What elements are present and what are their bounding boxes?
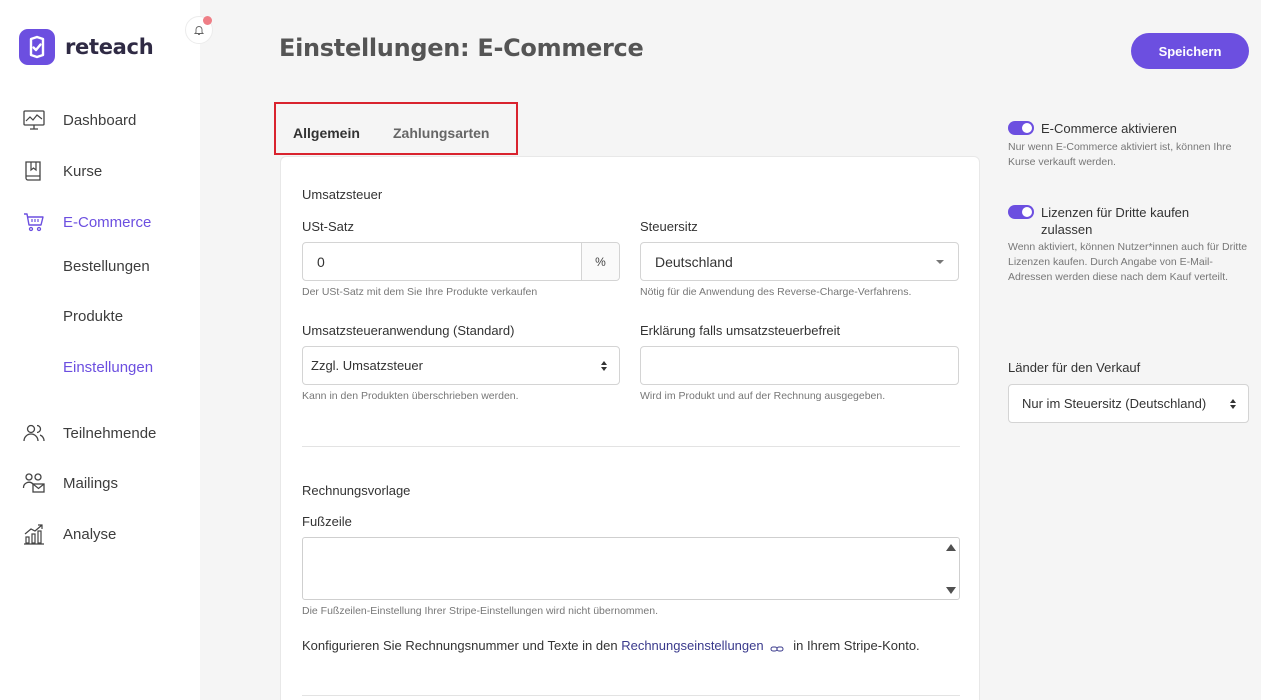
dashboard-monitor-icon bbox=[22, 108, 46, 132]
sidebar: reteach Dashboard Kurse E-Commerce Beste… bbox=[0, 0, 213, 700]
countries-select[interactable]: Nur im Steuersitz (Deutschland) bbox=[1008, 384, 1249, 423]
exempt-statement-help: Wird im Produkt und auf der Rechnung aus… bbox=[640, 390, 886, 402]
tax-seat-value: Deutschland bbox=[655, 253, 733, 270]
sidebar-subitem-bestellungen[interactable]: Bestellungen bbox=[63, 258, 150, 275]
config-text-before: Konfigurieren Sie Rechnungsnummer und Te… bbox=[302, 638, 618, 653]
ecommerce-toggle[interactable] bbox=[1008, 121, 1034, 135]
sidebar-subitem-produkte[interactable]: Produkte bbox=[63, 308, 123, 325]
notification-bell-button[interactable] bbox=[185, 16, 213, 44]
people-mail-icon bbox=[22, 471, 46, 495]
ecommerce-toggle-help: Nur wenn E-Commerce aktiviert ist, könne… bbox=[1008, 141, 1232, 168]
footer-label: Fußzeile bbox=[302, 514, 352, 529]
tab-zahlungsarten[interactable]: Zahlungsarten bbox=[393, 125, 489, 141]
percent-addon: % bbox=[581, 243, 619, 280]
countries-value: Nur im Steuersitz (Deutschland) bbox=[1022, 396, 1207, 411]
sidebar-item-teilnehmende[interactable]: Teilnehmende bbox=[22, 421, 156, 445]
tab-allgemein[interactable]: Allgemein bbox=[293, 125, 360, 141]
ecommerce-toggle-row[interactable]: E-Commerce aktivieren bbox=[1008, 120, 1177, 137]
save-button[interactable]: Speichern bbox=[1131, 33, 1249, 69]
reteach-logo-icon bbox=[19, 29, 55, 65]
licenses-toggle-label: Lizenzen für Dritte kaufen zulassen bbox=[1041, 205, 1190, 237]
invoice-config-text: Konfigurieren Sie Rechnungsnummer und Te… bbox=[302, 638, 920, 657]
sidebar-item-label: Analyse bbox=[63, 525, 117, 543]
section-title-invoice: Rechnungsvorlage bbox=[302, 483, 411, 498]
analytics-chart-icon bbox=[22, 522, 46, 546]
footer-textarea[interactable] bbox=[302, 537, 960, 600]
textarea-scrollbar[interactable] bbox=[944, 539, 958, 598]
section-title-tax: Umsatzsteuer bbox=[302, 187, 383, 202]
scroll-up-icon[interactable] bbox=[946, 544, 956, 551]
book-icon bbox=[22, 159, 46, 183]
vat-rate-label: USt-Satz bbox=[302, 219, 355, 234]
bell-icon bbox=[193, 26, 205, 35]
exempt-statement-label: Erklärung falls umsatzsteuerbefreit bbox=[640, 323, 841, 338]
section-divider bbox=[302, 695, 960, 696]
tax-application-select[interactable]: Zzgl. Umsatzsteuer bbox=[302, 346, 620, 385]
scroll-down-icon[interactable] bbox=[946, 587, 956, 594]
external-link-icon[interactable] bbox=[770, 642, 784, 657]
shopping-cart-icon bbox=[22, 210, 46, 234]
config-text-after: in Ihrem Stripe-Konto. bbox=[793, 638, 920, 653]
vat-rate-input[interactable]: 0 % bbox=[302, 242, 620, 281]
page-title: Einstellungen: E-Commerce bbox=[279, 34, 644, 62]
brand-name: reteach bbox=[65, 35, 154, 59]
sidebar-item-dashboard[interactable]: Dashboard bbox=[22, 108, 136, 132]
countries-label: Länder für den Verkauf bbox=[1008, 360, 1141, 375]
licenses-toggle-help: Wenn aktiviert, können Nutzer*innen auch… bbox=[1008, 241, 1248, 283]
sidebar-item-kurse[interactable]: Kurse bbox=[22, 159, 102, 183]
section-divider bbox=[302, 446, 960, 447]
people-icon bbox=[22, 421, 46, 445]
licenses-toggle-row[interactable]: Lizenzen für Dritte kaufen zulassen bbox=[1008, 204, 1231, 238]
sidebar-item-label: E-Commerce bbox=[63, 213, 152, 231]
sidebar-item-label: Dashboard bbox=[63, 111, 137, 129]
sidebar-item-label: Kurse bbox=[63, 162, 103, 180]
settings-card: Umsatzsteuer USt-Satz 0 % Der USt-Satz m… bbox=[280, 156, 980, 700]
tax-application-help: Kann in den Produkten überschrieben werd… bbox=[302, 390, 519, 402]
notification-dot bbox=[203, 16, 212, 25]
chevron-down-icon bbox=[936, 259, 944, 264]
sidebar-subitem-einstellungen[interactable]: Einstellungen bbox=[63, 359, 153, 376]
invoice-settings-link[interactable]: Rechnungseinstellungen bbox=[621, 638, 763, 653]
licenses-toggle[interactable] bbox=[1008, 205, 1034, 219]
exempt-statement-input[interactable] bbox=[640, 346, 959, 385]
tax-seat-help: Nötig für die Anwendung des Reverse-Char… bbox=[640, 286, 912, 298]
sidebar-item-ecommerce[interactable]: E-Commerce bbox=[22, 210, 151, 234]
ecommerce-toggle-label: E-Commerce aktivieren bbox=[1041, 121, 1177, 136]
tax-application-value: Zzgl. Umsatzsteuer bbox=[311, 358, 423, 373]
sidebar-item-label: Teilnehmende bbox=[63, 424, 157, 442]
tax-application-label: Umsatzsteueranwendung (Standard) bbox=[302, 323, 515, 338]
sidebar-item-mailings[interactable]: Mailings bbox=[22, 471, 118, 495]
sidebar-item-label: Mailings bbox=[63, 474, 119, 492]
footer-help: Die Fußzeilen-Einstellung Ihrer Stripe-E… bbox=[302, 605, 659, 617]
logo[interactable]: reteach bbox=[19, 29, 154, 65]
tax-seat-select[interactable]: Deutschland bbox=[640, 242, 959, 281]
updown-arrows-icon bbox=[1230, 398, 1236, 409]
vat-rate-help: Der USt-Satz mit dem Sie Ihre Produkte v… bbox=[302, 286, 538, 298]
sidebar-item-analyse[interactable]: Analyse bbox=[22, 522, 116, 546]
updown-arrows-icon bbox=[601, 360, 607, 371]
tax-seat-label: Steuersitz bbox=[640, 219, 698, 234]
vat-rate-value: 0 bbox=[317, 253, 325, 270]
